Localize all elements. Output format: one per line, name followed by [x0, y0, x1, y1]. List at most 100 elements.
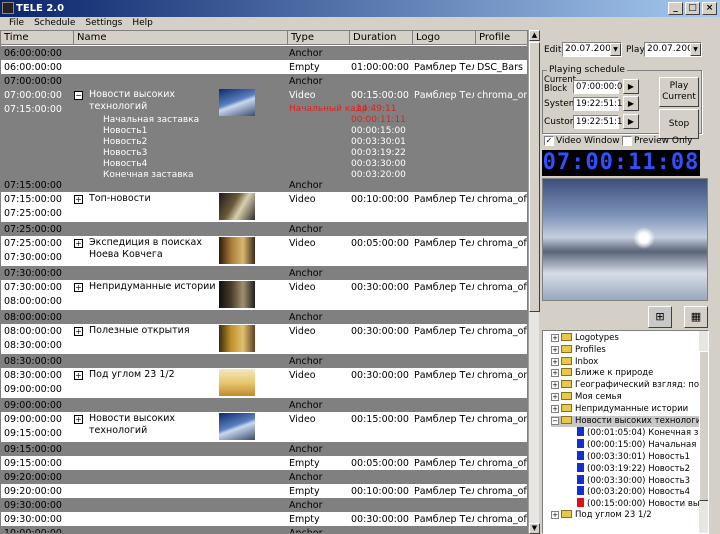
schedule-grid[interactable]: Time Name Type Duration Logo Profile 06:… [0, 30, 528, 534]
tree-view-icon[interactable]: ⊞ [648, 306, 672, 328]
schedule-row[interactable]: 08:30:00:00 09:00:00:00 + Под углом 23 1/2 V… [1, 368, 527, 398]
play-current-button[interactable]: Play Current [659, 77, 699, 107]
expand-icon[interactable]: + [551, 381, 559, 390]
expand-icon[interactable]: + [551, 404, 559, 413]
expand-icon[interactable]: + [74, 371, 83, 380]
expand-icon[interactable]: + [551, 345, 559, 354]
anchor-row[interactable]: 07:30:00:00 Anchor [1, 266, 527, 280]
header-type[interactable]: Type [288, 31, 350, 44]
row-logo: Рамблер Тел [414, 326, 474, 337]
calendar-view-icon[interactable]: ▦ [684, 306, 708, 328]
anchor-row[interactable]: 07:15:00:00 Anchor [1, 178, 527, 192]
play-custom-icon[interactable]: ▶ [623, 114, 639, 129]
schedule-row[interactable]: 09:00:00:00 09:15:00:00 + Новости высоких т… [1, 412, 527, 442]
expand-icon[interactable]: + [551, 334, 559, 342]
expand-icon[interactable]: + [551, 393, 559, 401]
current-block-field[interactable]: 07:00:00:00 [573, 80, 628, 94]
anchor-row[interactable]: 07:25:00:00 Anchor [1, 222, 527, 236]
tree-folder[interactable]: + Моя семья [551, 392, 622, 403]
tree-clip[interactable]: (00:01:05:04) Конечная зас [577, 427, 708, 439]
edit-date-select[interactable]: 20.07.2004 ▼ [562, 42, 622, 57]
menu-bar: File Schedule Settings Help [0, 17, 720, 30]
tree-folder[interactable]: − Новости высоких технологий [551, 415, 707, 427]
anchor-row[interactable]: 10:00:00:00 Anchor [1, 526, 527, 534]
video-window-checkbox[interactable]: ✓ [544, 136, 554, 146]
header-duration[interactable]: Duration [350, 31, 413, 44]
schedule-row[interactable]: 06:00:00:00 Empty 01:00:00:00 Рамблер Тел DS… [1, 60, 527, 74]
tree-folder[interactable]: + Ближе к природе [551, 368, 653, 379]
anchor-row[interactable]: 09:00:00:00 Anchor [1, 398, 527, 412]
anchor-row[interactable]: 09:30:00:00 Anchor [1, 498, 527, 512]
anchor-row[interactable]: 09:20:00:00 Anchor [1, 470, 527, 484]
custom-time-field[interactable]: 19:22:51:15 [573, 115, 628, 129]
collapse-icon[interactable]: − [551, 416, 559, 425]
tree-folder[interactable]: + Logotypes [551, 333, 619, 344]
menu-schedule[interactable]: Schedule [29, 17, 80, 30]
tree-clip[interactable]: (00:00:15:00) Начальная за [577, 439, 708, 451]
anchor-row[interactable]: 06:00:00:00 Anchor [1, 46, 527, 60]
anchor-row[interactable]: 08:30:00:00 Anchor [1, 354, 527, 368]
expand-icon[interactable]: + [551, 357, 559, 366]
expand-icon[interactable]: + [551, 369, 559, 378]
expand-icon[interactable]: + [74, 283, 83, 292]
menu-help[interactable]: Help [127, 17, 158, 30]
system-time-field[interactable]: 19:22:51:15 [573, 97, 628, 111]
grid-scrollbar[interactable]: ▲ ▼ [528, 30, 540, 534]
schedule-row[interactable]: 07:30:00:00 08:00:00:00 + Непридуманные ист… [1, 280, 527, 310]
tree-folder[interactable]: + Inbox [551, 356, 598, 368]
tree-folder[interactable]: + Географический взгляд: погода [551, 380, 708, 391]
expand-icon[interactable]: + [551, 511, 559, 519]
header-logo[interactable]: Logo [413, 31, 476, 44]
schedule-row[interactable]: 08:00:00:00 08:30:00:00 + Полезные открытия… [1, 324, 527, 354]
row-profile: chroma_off [477, 238, 527, 249]
menu-file[interactable]: File [4, 17, 29, 30]
schedule-row[interactable]: 09:15:00:00 Empty 00:05:00:00 Рамблер Тел ch… [1, 456, 527, 470]
scroll-thumb[interactable] [529, 42, 540, 312]
row-profile: chroma_off [477, 326, 527, 337]
media-tree[interactable]: + Logotypes + Profiles + Inbox + Ближе к природ… [542, 330, 709, 534]
anchor-row[interactable]: 07:00:00:00 Anchor [1, 74, 527, 88]
header-time[interactable]: Time [1, 31, 74, 44]
expand-icon[interactable]: + [74, 327, 83, 336]
tree-folder-label: Непридуманные истории [575, 403, 689, 414]
minimize-button[interactable]: _ [668, 2, 683, 15]
chevron-down-icon[interactable]: ▼ [690, 43, 701, 56]
anchor-row[interactable]: 08:00:00:00 Anchor [1, 310, 527, 324]
play-current-block-icon[interactable]: ▶ [623, 79, 639, 94]
play-date-select[interactable]: 20.07.2004 ▼ [644, 42, 702, 57]
chevron-down-icon[interactable]: ▼ [610, 43, 621, 56]
tree-folder[interactable]: + Под углом 23 1/2 [551, 510, 652, 521]
schedule-row[interactable]: 09:20:00:00 Empty 00:10:00:00 Рамблер Тел ch… [1, 484, 527, 498]
tree-scrollbar[interactable] [699, 331, 708, 533]
play-system-icon[interactable]: ▶ [623, 96, 639, 111]
expand-icon[interactable]: + [74, 239, 83, 248]
schedule-row[interactable]: 07:15:00:00 07:25:00:00 + Топ-новости Video 0… [1, 192, 527, 222]
scroll-down-icon[interactable]: ▼ [529, 523, 540, 534]
tree-clip[interactable]: (00:03:19:22) Новость2 [577, 462, 690, 475]
row-time: 10:00:00:00 [4, 528, 62, 534]
scroll-up-icon[interactable]: ▲ [529, 30, 540, 41]
tree-clip[interactable]: (00:03:30:01) Новость1 [577, 451, 690, 463]
close-button[interactable]: × [702, 2, 717, 15]
row-time: 07:30:00:00 [4, 268, 62, 279]
menu-settings[interactable]: Settings [80, 17, 127, 30]
row-time: 08:30:00:00 [4, 370, 62, 381]
expand-icon[interactable]: + [74, 415, 83, 424]
schedule-row[interactable]: 07:25:00:00 07:30:00:00 + Экспедиция в поис… [1, 236, 527, 266]
tree-scroll-thumb[interactable] [699, 351, 708, 501]
tree-folder[interactable]: + Непридуманные истории [551, 403, 689, 415]
maximize-button[interactable]: □ [685, 2, 700, 15]
tree-folder[interactable]: + Profiles [551, 344, 606, 356]
tree-clip[interactable]: (00:03:30:00) Новость3 [577, 474, 690, 487]
anchor-row[interactable]: 09:15:00:00 Anchor [1, 442, 527, 456]
schedule-row[interactable]: 09:30:00:00 Empty 00:30:00:00 Рамблер Тел ch… [1, 512, 527, 526]
tree-clip[interactable]: (00:15:00:00) Новости высо [577, 498, 708, 510]
collapse-icon[interactable]: − [74, 91, 83, 100]
expand-icon[interactable]: + [74, 195, 83, 204]
header-profile[interactable]: Profile [476, 31, 527, 44]
tree-clip[interactable]: (00:03:20:00) Новость4 [577, 486, 690, 498]
header-name[interactable]: Name [74, 31, 288, 44]
row-time: 07:15:00:00 [4, 194, 62, 205]
schedule-row[interactable]: 07:00:00:00 07:15:00:00 − Новости высоких т… [1, 88, 527, 191]
preview-only-checkbox[interactable] [622, 136, 632, 146]
